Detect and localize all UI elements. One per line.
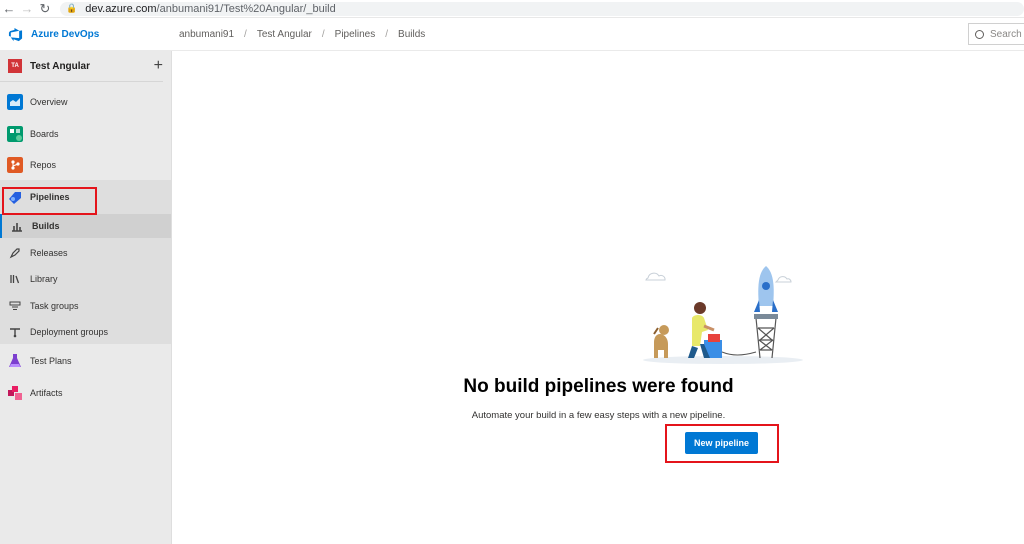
search-icon [975,29,984,39]
sidebar-item-library[interactable]: Library [0,268,171,290]
sidebar-item-repos[interactable]: Repos [0,154,171,176]
sidebar-item-builds[interactable]: Builds [0,214,171,238]
forward-arrow-icon[interactable]: → [18,1,36,16]
sidebar-item-releases[interactable]: Releases [0,242,171,264]
task-groups-icon [9,301,21,310]
builds-icon [12,223,22,232]
sidebar-item-label: Library [30,274,58,284]
artifacts-icon [8,386,22,400]
lock-icon: 🔒 [66,3,78,13]
url-host: dev.azure.com [85,2,157,15]
boards-icon [7,126,23,142]
project-header[interactable]: TA Test Angular + [0,51,163,82]
sidebar-item-test-plans[interactable]: Test Plans [0,350,171,372]
sidebar: TA Test Angular + Overview Boards Repos … [0,51,172,544]
new-pipeline-highlight-box [665,424,779,463]
sidebar-item-task-groups[interactable]: Task groups [0,295,171,317]
sidebar-item-overview[interactable]: Overview [0,91,171,113]
rocket-icon [9,248,20,259]
breadcrumb-builds[interactable]: Builds [398,29,425,40]
sidebar-item-label: Repos [30,160,57,170]
sidebar-item-label: Deployment groups [30,327,109,337]
deployment-groups-icon [10,328,20,338]
sidebar-item-label: Releases [30,248,68,258]
main-content: No build pipelines were found Automate y… [173,51,1024,544]
library-icon [10,275,20,284]
repos-icon [7,157,23,173]
sidebar-item-boards[interactable]: Boards [0,123,171,145]
breadcrumb-pipelines[interactable]: Pipelines [335,29,376,40]
add-icon[interactable]: + [154,57,163,75]
azure-devops-logo-icon [8,27,23,41]
pipelines-highlight-box [2,187,97,215]
empty-state-subtext: Automate your build in a few easy steps … [471,410,726,421]
address-bar[interactable]: 🔒 dev.azure.com/anbumani91/Test%20Angula… [60,1,1024,16]
sidebar-item-label: Task groups [30,301,79,311]
breadcrumb-project[interactable]: Test Angular [257,29,312,40]
brand-logo[interactable]: Azure DevOps [0,27,172,42]
browser-toolbar: ← → ↻ 🔒 dev.azure.com/anbumani91/Test%20… [0,0,1024,18]
breadcrumb-org[interactable]: anbumani91 [179,29,234,40]
overview-icon [7,94,23,110]
sidebar-item-artifacts[interactable]: Artifacts [0,382,171,404]
reload-icon[interactable]: ↻ [36,1,54,17]
back-arrow-icon[interactable]: ← [0,1,18,16]
project-name: Test Angular [30,60,91,72]
breadcrumb: anbumani91 / Test Angular / Pipelines / … [179,28,426,40]
empty-state-heading: No build pipelines were found [463,376,734,397]
search-placeholder: Search [990,28,1022,40]
sidebar-item-deployment-groups[interactable]: Deployment groups [0,321,171,343]
sidebar-item-label: Boards [30,129,59,139]
sidebar-item-label: Builds [32,221,60,231]
sidebar-item-label: Overview [30,97,68,107]
test-plans-icon [9,354,21,367]
sidebar-item-label: Test Plans [30,356,72,366]
sidebar-item-label: Artifacts [30,388,63,398]
project-avatar: TA [8,59,22,73]
url-path: /anbumani91/Test%20Angular/_build [156,2,336,15]
empty-state-illustration-icon [643,266,803,364]
brand-name: Azure DevOps [31,28,100,40]
top-header: Azure DevOps anbumani91 / Test Angular /… [0,18,1024,51]
search-box[interactable]: Search [968,23,1024,45]
